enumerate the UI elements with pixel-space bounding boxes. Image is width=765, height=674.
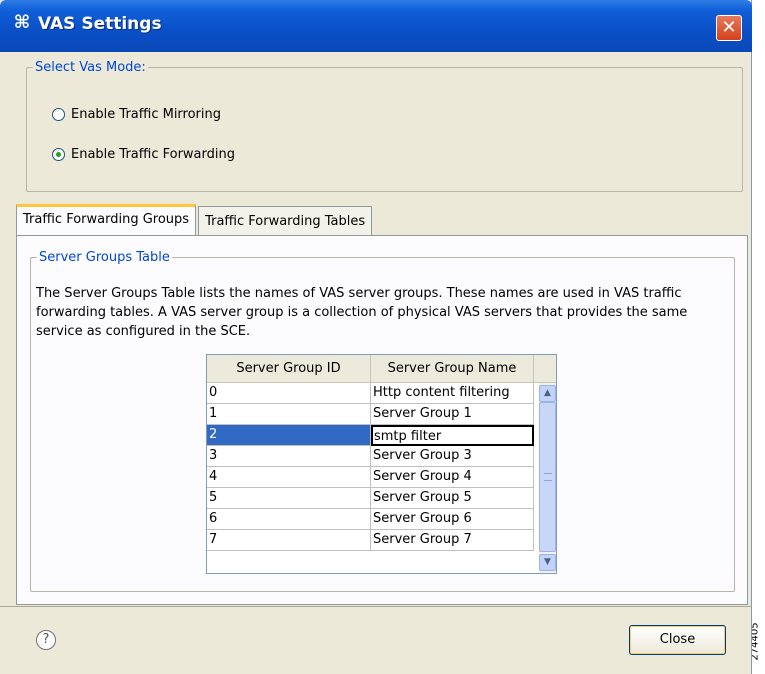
table-row[interactable]: 7 Server Group 7 xyxy=(207,530,534,551)
figure-code-text: 274405 xyxy=(752,622,761,661)
server-groups-legend: Server Groups Table xyxy=(39,250,170,265)
column-header-name[interactable]: Server Group Name xyxy=(371,355,534,383)
cell-server-group-id[interactable]: 4 xyxy=(207,467,371,488)
cell-server-group-id[interactable]: 3 xyxy=(207,446,371,467)
cell-server-group-id[interactable]: 5 xyxy=(207,488,371,509)
radio-forwarding-label: Enable Traffic Forwarding xyxy=(71,147,235,162)
table-scrollbar[interactable]: ▲ ▼ xyxy=(539,383,556,573)
table-row[interactable]: 1 Server Group 1 xyxy=(207,404,534,425)
cell-server-group-id[interactable]: 6 xyxy=(207,509,371,530)
cell-server-group-name[interactable]: Server Group 3 xyxy=(371,446,534,467)
scroll-up-icon[interactable]: ▲ xyxy=(539,385,556,402)
cell-server-group-id[interactable]: 7 xyxy=(207,530,371,551)
table-row[interactable]: 5 Server Group 5 xyxy=(207,488,534,509)
cell-server-group-id[interactable]: 1 xyxy=(207,404,371,425)
vas-mode-group: Select Vas Mode: xyxy=(26,60,743,192)
cell-server-group-name[interactable]: Server Group 7 xyxy=(371,530,534,551)
window-title: VAS Settings xyxy=(38,14,162,34)
window-close-button[interactable]: ✕ xyxy=(716,15,742,41)
cell-server-group-name[interactable]: Server Group 4 xyxy=(371,467,534,488)
table-row[interactable]: 6 Server Group 6 xyxy=(207,509,534,530)
help-icon[interactable]: ? xyxy=(36,630,56,650)
table-header: Server Group ID Server Group Name xyxy=(207,355,556,383)
radio-traffic-forwarding[interactable]: Enable Traffic Forwarding xyxy=(52,147,235,162)
cell-server-group-name-editor[interactable]: smtp filter xyxy=(371,425,534,446)
tab-traffic-forwarding-tables[interactable]: Traffic Forwarding Tables xyxy=(198,206,373,235)
table-row-selected[interactable]: 2 smtp filter xyxy=(207,425,534,446)
radio-mirroring-indicator[interactable] xyxy=(52,108,65,121)
close-button[interactable]: Close xyxy=(629,625,726,655)
vas-mode-legend: Select Vas Mode: xyxy=(35,60,146,75)
cell-server-group-id[interactable]: 0 xyxy=(207,383,371,404)
server-groups-table: Server Group ID Server Group Name 0 Http… xyxy=(206,354,557,574)
cell-server-group-name[interactable]: Server Group 5 xyxy=(371,488,534,509)
column-header-filler xyxy=(534,355,556,383)
tab-traffic-forwarding-groups[interactable]: Traffic Forwarding Groups xyxy=(16,204,197,235)
vas-icon: ⌘ xyxy=(13,12,31,33)
figure-code: 274405 xyxy=(752,612,765,674)
table-row[interactable]: 0 Http content filtering xyxy=(207,383,534,404)
column-header-id[interactable]: Server Group ID xyxy=(207,355,371,383)
cell-server-group-name[interactable]: Server Group 6 xyxy=(371,509,534,530)
grip-icon xyxy=(544,473,552,481)
vas-settings-dialog: ⌘ VAS Settings ✕ Select Vas Mode: Enable… xyxy=(0,0,752,674)
tab-strip: Traffic Forwarding Groups Traffic Forwar… xyxy=(16,204,374,236)
radio-forwarding-indicator[interactable] xyxy=(52,148,65,161)
table-row[interactable]: 3 Server Group 3 xyxy=(207,446,534,467)
cell-server-group-name[interactable]: Server Group 1 xyxy=(371,404,534,425)
scroll-down-icon[interactable]: ▼ xyxy=(539,554,556,571)
footer-divider xyxy=(0,606,752,607)
radio-traffic-mirroring[interactable]: Enable Traffic Mirroring xyxy=(52,107,221,122)
title-bar[interactable]: ⌘ VAS Settings ✕ xyxy=(0,0,752,52)
cell-server-group-name[interactable]: Http content filtering xyxy=(371,383,534,404)
table-row[interactable]: 4 Server Group 4 xyxy=(207,467,534,488)
radio-mirroring-label: Enable Traffic Mirroring xyxy=(71,107,222,122)
cell-server-group-id[interactable]: 2 xyxy=(207,425,371,446)
scroll-thumb[interactable] xyxy=(539,402,556,552)
server-groups-description: The Server Groups Table lists the names … xyxy=(36,286,688,339)
